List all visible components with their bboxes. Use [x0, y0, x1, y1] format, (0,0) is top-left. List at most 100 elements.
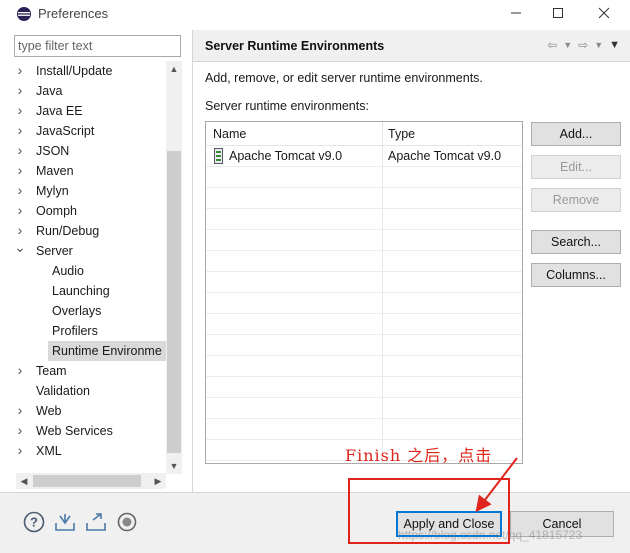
collapsed-chevron-icon[interactable]: ›: [14, 161, 26, 181]
view-menu-icon[interactable]: ▼: [609, 39, 620, 51]
table-row[interactable]: [206, 230, 522, 251]
collapsed-chevron-icon[interactable]: ›: [14, 141, 26, 161]
edit-button[interactable]: Edit...: [531, 155, 621, 179]
table-row[interactable]: [206, 314, 522, 335]
column-header-type[interactable]: Type: [388, 127, 415, 141]
scroll-up-icon[interactable]: ▲: [166, 61, 182, 77]
table-row[interactable]: Apache Tomcat v9.0 Apache Tomcat v9.0: [206, 146, 522, 167]
table-row[interactable]: [206, 398, 522, 419]
tree-item-label: Profilers: [52, 324, 98, 338]
tree-item-label: Java EE: [36, 104, 83, 118]
tree-item[interactable]: › Oomph: [14, 201, 164, 221]
collapsed-chevron-icon[interactable]: ›: [14, 441, 26, 461]
navigation-buttons: ⇦ ▼ ⇨ ▼ ▼: [547, 38, 620, 52]
scroll-left-icon[interactable]: ◀: [16, 473, 32, 489]
tree-item[interactable]: Overlays: [14, 301, 164, 321]
page-header: Server Runtime Environments ⇦ ▼ ⇨ ▼ ▼: [193, 30, 630, 62]
tree-item[interactable]: › Run/Debug: [14, 221, 164, 241]
tree-item[interactable]: Profilers: [14, 321, 164, 341]
collapsed-chevron-icon[interactable]: ›: [14, 61, 26, 81]
tree-item-label: Runtime Environme: [52, 344, 162, 358]
tree-item[interactable]: › Mylyn: [14, 181, 164, 201]
tree-item[interactable]: › Maven: [14, 161, 164, 181]
expanded-chevron-icon[interactable]: ⌄: [14, 240, 26, 261]
import-icon[interactable]: [54, 511, 76, 533]
tree-item[interactable]: Validation: [14, 381, 164, 401]
tree-horizontal-scrollbar[interactable]: ◀ ▶: [16, 473, 166, 489]
tree-item[interactable]: › Web: [14, 401, 164, 421]
table-row[interactable]: [206, 335, 522, 356]
scroll-right-icon[interactable]: ▶: [150, 473, 166, 489]
forward-dropdown-icon[interactable]: ▼: [594, 40, 603, 50]
tree-item[interactable]: › Java: [14, 81, 164, 101]
columns-button[interactable]: Columns...: [531, 263, 621, 287]
tree-item[interactable]: Runtime Environme: [48, 341, 166, 361]
table-row[interactable]: [206, 167, 522, 188]
close-icon: [598, 7, 610, 19]
tree-item[interactable]: › Web Services: [14, 421, 164, 441]
tree-item[interactable]: › Java EE: [14, 101, 164, 121]
forward-arrow-icon[interactable]: ⇨: [578, 38, 588, 52]
table-header: Name Type: [206, 122, 522, 146]
tree-item-label: Server: [36, 244, 73, 258]
tree-item-label: Audio: [52, 264, 84, 278]
tree-item-label: Web Services: [36, 424, 113, 438]
help-icon[interactable]: ?: [23, 511, 45, 533]
tree-item[interactable]: › XML: [14, 441, 164, 461]
tree-item[interactable]: ⌄ Server: [14, 240, 164, 261]
tree-item-label: Run/Debug: [36, 224, 100, 238]
collapsed-chevron-icon[interactable]: ›: [14, 81, 26, 101]
table-row[interactable]: [206, 419, 522, 440]
table-row[interactable]: [206, 209, 522, 230]
tree-item[interactable]: › Install/Update: [14, 61, 164, 81]
tree-item[interactable]: Audio: [14, 261, 164, 281]
collapsed-chevron-icon[interactable]: ›: [14, 121, 26, 141]
remove-button[interactable]: Remove: [531, 188, 621, 212]
collapsed-chevron-icon[interactable]: ›: [14, 181, 26, 201]
runtime-table[interactable]: Name Type Apache Tomcat v9.0 Apache Tomca…: [205, 121, 523, 464]
annotation-text: Finish 之后，点击: [345, 446, 493, 465]
tree-item-label: Overlays: [52, 304, 102, 318]
runtime-type: Apache Tomcat v9.0: [388, 149, 502, 163]
footer-bar: ? Apply and Close Cancel: [0, 493, 630, 553]
table-row[interactable]: [206, 356, 522, 377]
collapsed-chevron-icon[interactable]: ›: [14, 401, 26, 421]
tree-item-label: Oomph: [36, 204, 77, 218]
tree-item[interactable]: › JSON: [14, 141, 164, 161]
table-row[interactable]: [206, 377, 522, 398]
tree-item-label: Mylyn: [36, 184, 69, 198]
preference-tree: › Install/Update › Java › Java EE › JavaScript ›…: [8, 61, 166, 471]
tree-item-label: Install/Update: [36, 64, 113, 78]
export-icon[interactable]: [85, 511, 107, 533]
collapsed-chevron-icon[interactable]: ›: [14, 421, 26, 441]
table-row[interactable]: [206, 251, 522, 272]
tree-item[interactable]: › JavaScript: [14, 121, 164, 141]
tree-vertical-scrollbar[interactable]: ▲ ▼: [166, 61, 182, 474]
add-button[interactable]: Add...: [531, 122, 621, 146]
scroll-down-icon[interactable]: ▼: [166, 458, 182, 474]
tree-item[interactable]: Launching: [14, 281, 164, 301]
scroll-thumb[interactable]: [167, 151, 181, 453]
collapsed-chevron-icon[interactable]: ›: [14, 361, 26, 381]
table-row[interactable]: [206, 272, 522, 293]
scroll-thumb-horizontal[interactable]: [33, 475, 141, 487]
collapsed-chevron-icon[interactable]: ›: [14, 101, 26, 121]
column-header-name[interactable]: Name: [213, 127, 246, 141]
svg-text:?: ?: [30, 515, 38, 530]
maximize-button[interactable]: [538, 2, 578, 24]
page-title: Server Runtime Environments: [205, 39, 385, 53]
minimize-button[interactable]: [496, 2, 536, 24]
collapsed-chevron-icon[interactable]: ›: [14, 201, 26, 221]
record-icon[interactable]: [116, 511, 138, 533]
collapsed-chevron-icon[interactable]: ›: [14, 221, 26, 241]
table-row[interactable]: [206, 293, 522, 314]
tree-item[interactable]: › Team: [14, 361, 164, 381]
pane-divider[interactable]: [192, 30, 193, 492]
filter-input[interactable]: [14, 35, 181, 57]
table-row[interactable]: [206, 188, 522, 209]
close-button[interactable]: [584, 2, 624, 24]
back-arrow-icon[interactable]: ⇦: [547, 38, 557, 52]
search-button[interactable]: Search...: [531, 230, 621, 254]
tree-item-label: JavaScript: [36, 124, 95, 138]
back-dropdown-icon[interactable]: ▼: [563, 40, 572, 50]
